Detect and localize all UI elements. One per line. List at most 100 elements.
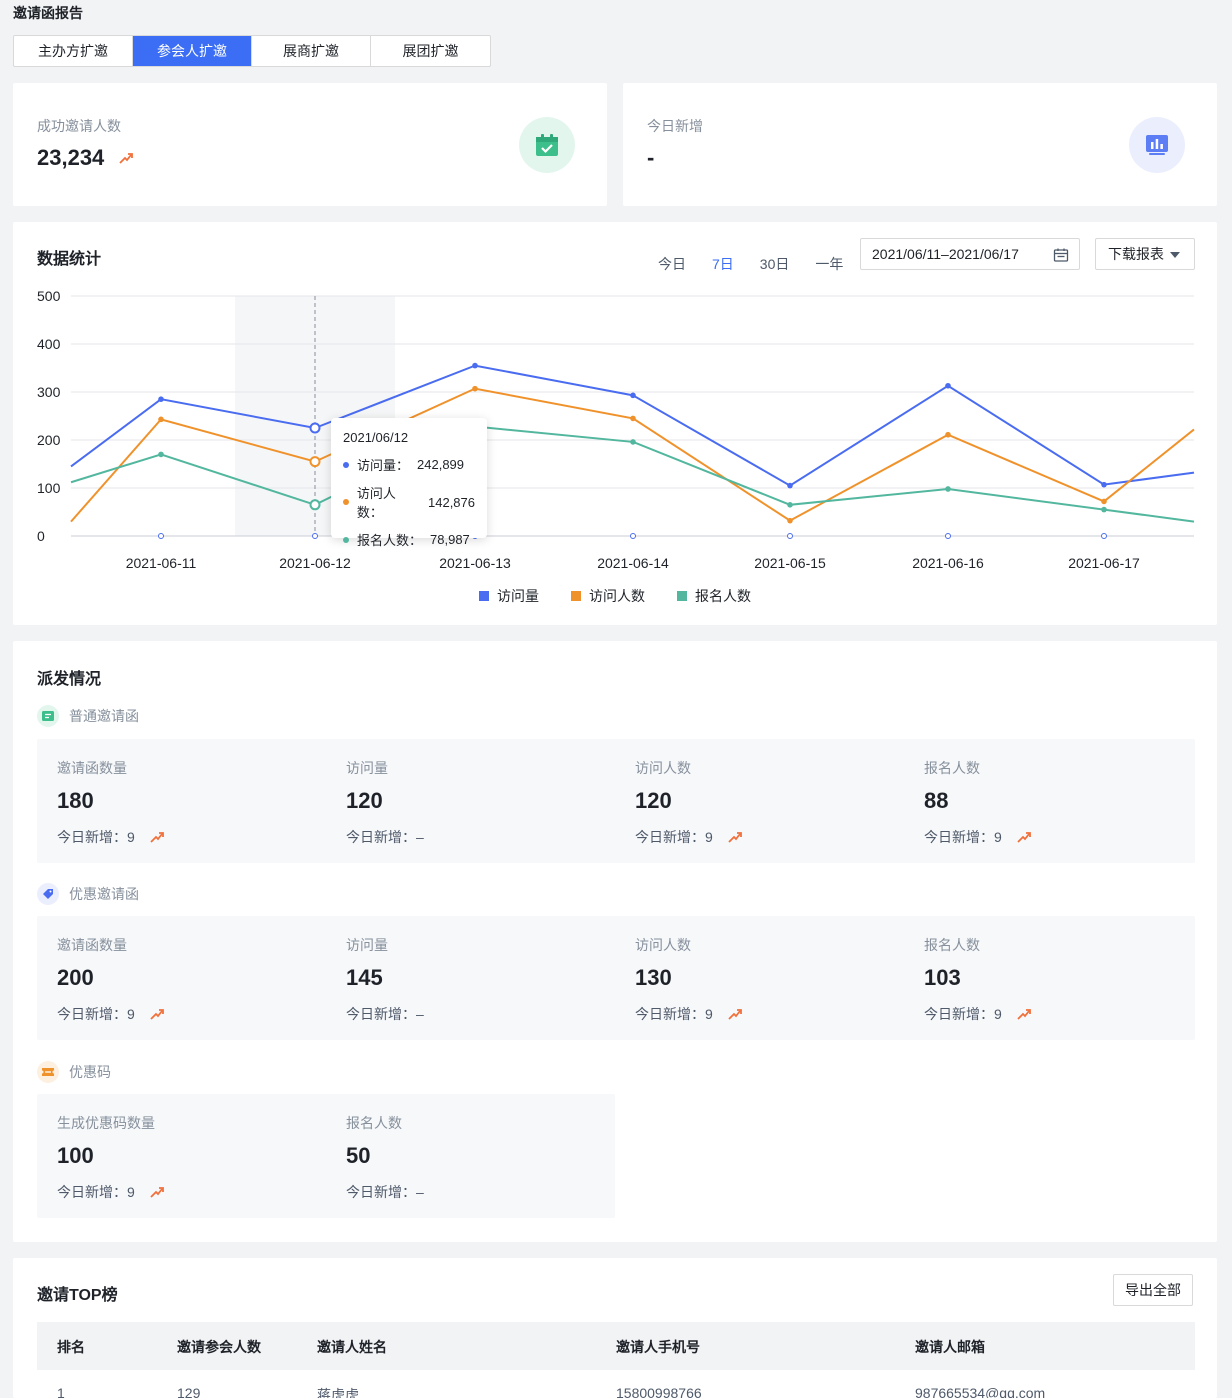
y-tick-label: 300	[37, 384, 61, 400]
metric-label: 报名人数	[924, 760, 980, 776]
tab-delegation[interactable]: 展团扩邀	[371, 36, 490, 66]
data-point	[158, 451, 164, 458]
group-title-coupon: 优惠码	[37, 1061, 111, 1083]
metric-item: 访问人数 130 今日新增：9	[615, 916, 904, 1040]
metric-item: 生成优惠码数量 100 今日新增：9	[37, 1094, 326, 1218]
tooltip-row-visitors: 访问人数： 142,876	[343, 483, 475, 521]
success-invite-value: 23,234	[37, 145, 105, 170]
legend-item-visitors[interactable]: 访问人数	[571, 586, 645, 606]
tooltip-value: 242,899	[417, 457, 465, 472]
legend-item-visits[interactable]: 访问量	[479, 586, 539, 606]
metric-new-label: 今日新增：	[924, 829, 994, 845]
chart-tooltip: 2021/06/12 访问量： 242,899 访问人数： 142,876 报名人数…	[331, 418, 487, 548]
metric-box-normal: 邀请函数量 180 今日新增：9 访问量 120 今日新增：– 访问人数 120…	[37, 739, 1195, 863]
x-tick-label: 2021-06-15	[754, 555, 826, 571]
metric-value: 130	[635, 965, 672, 990]
metric-label: 访问人数	[635, 760, 691, 776]
tab-exhibitor[interactable]: 展商扩邀	[252, 36, 371, 66]
metric-value: 200	[57, 965, 94, 990]
trend-up-icon	[150, 832, 164, 843]
metric-new-value: 9	[127, 829, 135, 845]
group-title-discount: 优惠邀请函	[37, 883, 139, 905]
data-point	[309, 456, 321, 468]
trend-up-icon	[1017, 1009, 1031, 1020]
tooltip-value: 142,876	[428, 494, 475, 510]
metric-new-value: –	[416, 1006, 424, 1022]
metric-new-value: 9	[994, 829, 1002, 845]
metric-value: 103	[924, 965, 961, 990]
trend-up-icon	[119, 153, 134, 164]
metric-label: 访问量	[346, 937, 388, 953]
today-new-label: 今日新增	[647, 118, 703, 134]
export-all-button[interactable]: 导出全部	[1113, 1274, 1193, 1306]
tooltip-label: 访问人数：	[356, 486, 396, 520]
data-point	[787, 517, 793, 524]
metric-label: 生成优惠码数量	[57, 1115, 155, 1131]
metric-new-label: 今日新增：	[57, 1184, 127, 1200]
table-cell: 1	[57, 1385, 65, 1398]
data-point	[630, 439, 636, 445]
bar-chart-icon	[1129, 117, 1185, 173]
metric-value: 100	[57, 1143, 94, 1168]
x-axis-marker	[630, 533, 636, 539]
metric-item: 访问人数 120 今日新增：9	[615, 739, 904, 863]
ticket-icon	[37, 1061, 59, 1083]
metric-box-discount: 邀请函数量 200 今日新增：9 访问量 145 今日新增：– 访问人数 130…	[37, 916, 1195, 1040]
x-axis-marker	[787, 533, 793, 539]
x-tick-label: 2021-06-17	[1068, 555, 1140, 571]
legend-label: 访问量	[497, 588, 539, 604]
column-header: 邀请参会人数	[177, 1339, 261, 1355]
group-title-normal: 普通邀请函	[37, 705, 139, 727]
metric-label: 访问量	[346, 760, 388, 776]
table-header: 排名 邀请参会人数 邀请人姓名 邀请人手机号 邀请人邮箱	[37, 1322, 1195, 1370]
metric-label: 报名人数	[924, 937, 980, 953]
metric-item: 邀请函数量 200 今日新增：9	[37, 916, 326, 1040]
metric-new-value: –	[416, 1184, 424, 1200]
tab-bar: 主办方扩邀 参会人扩邀 展商扩邀 展团扩邀	[13, 35, 491, 67]
x-tick-label: 2021-06-11	[126, 555, 197, 571]
tooltip-value: 78,987	[430, 532, 470, 547]
success-invite-label: 成功邀请人数	[37, 118, 121, 134]
metric-label: 访问人数	[635, 937, 691, 953]
metric-new-value: 9	[127, 1006, 135, 1022]
metric-value: 145	[346, 965, 383, 990]
data-point	[945, 486, 951, 492]
metric-new-label: 今日新增：	[635, 1006, 705, 1022]
metric-new-value: 9	[994, 1006, 1002, 1022]
metric-new-value: 9	[127, 1184, 135, 1200]
today-new-value: -	[647, 145, 655, 170]
trend-up-icon	[1017, 832, 1031, 843]
data-stats-card: 数据统计 今日 7日 30日 一年 2021/06/11–2021/06/17 …	[13, 222, 1217, 625]
data-point	[1101, 506, 1107, 513]
data-point	[309, 499, 321, 511]
metric-label: 邀请函数量	[57, 937, 127, 953]
distribution-card: 派发情况 普通邀请函 邀请函数量 180 今日新增：9 访问量 120 今日新增…	[13, 641, 1217, 1242]
legend-item-signups[interactable]: 报名人数	[677, 586, 751, 606]
metric-value: 50	[346, 1143, 371, 1168]
table-cell: 129	[177, 1385, 201, 1398]
data-point	[472, 362, 478, 369]
table-row[interactable]: 1 129 蒋虎虎 15800998766 987665534@qq.com	[37, 1370, 1195, 1398]
table-cell: 987665534@qq.com	[915, 1385, 1046, 1398]
tab-organizer[interactable]: 主办方扩邀	[14, 36, 133, 66]
metric-new-value: 9	[705, 829, 713, 845]
metric-item: 邀请函数量 180 今日新增：9	[37, 739, 326, 863]
trend-up-icon	[728, 832, 742, 843]
metric-item: 访问量 120 今日新增：–	[326, 739, 615, 863]
data-point	[787, 502, 793, 508]
metric-new-label: 今日新增：	[346, 1184, 416, 1200]
top-list-card: 邀请TOP榜 导出全部 排名 邀请参会人数 邀请人姓名 邀请人手机号 邀请人邮箱…	[13, 1258, 1217, 1398]
legend-label: 报名人数	[695, 588, 751, 604]
data-point	[472, 385, 478, 392]
trend-up-icon	[150, 1187, 164, 1198]
tab-attendee[interactable]: 参会人扩邀	[133, 36, 252, 66]
metric-new-label: 今日新增：	[57, 1006, 127, 1022]
metric-new-value: 9	[705, 1006, 713, 1022]
tooltip-label: 报名人数：	[357, 533, 423, 548]
data-point	[945, 431, 951, 438]
metric-new-label: 今日新增：	[346, 829, 416, 845]
page-title: 邀请函报告	[13, 5, 83, 21]
tooltip-row-visits: 访问量： 242,899	[343, 455, 475, 474]
data-point	[309, 422, 321, 434]
top-list-title: 邀请TOP榜	[37, 1287, 118, 1304]
